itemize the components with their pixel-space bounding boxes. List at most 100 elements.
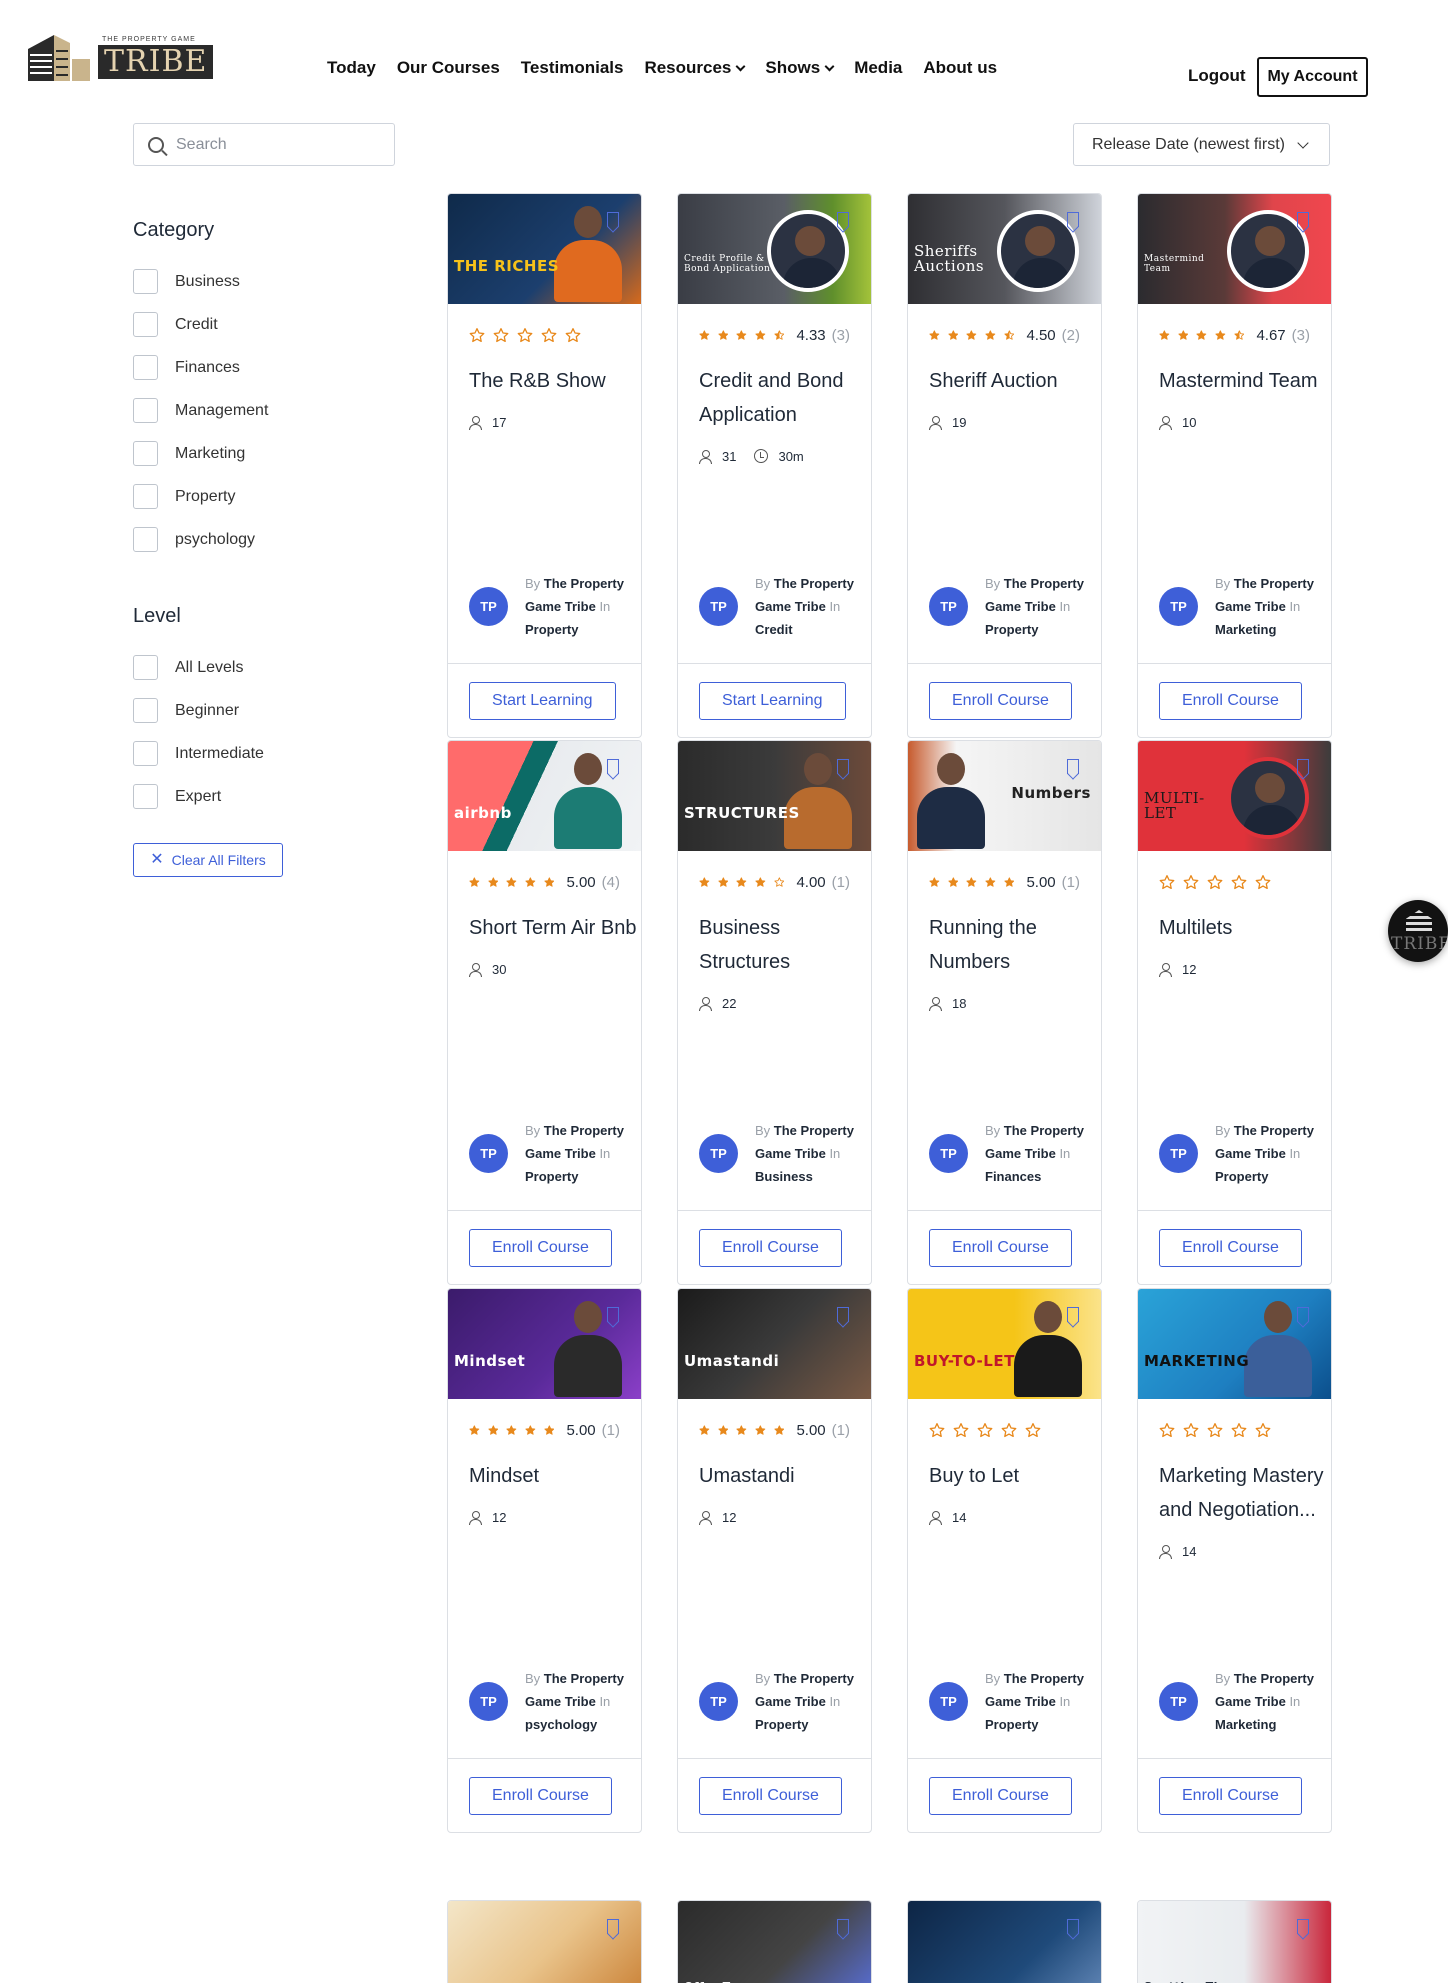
bookmark-icon[interactable] [837, 1919, 849, 1934]
enroll-course-button[interactable]: Enroll Course [469, 1776, 612, 1815]
course-category[interactable]: Property [525, 1169, 578, 1184]
course-thumbnail[interactable]: MARKETING [1138, 1289, 1331, 1399]
course-category[interactable]: Marketing [1215, 622, 1276, 637]
site-logo[interactable]: THE PROPERTY GAME TRIBE [24, 28, 214, 88]
course-thumbnail[interactable]: THE RICHES [448, 194, 641, 304]
course-title[interactable]: Mastermind Team [1159, 364, 1331, 398]
bookmark-icon[interactable] [1067, 1919, 1079, 1934]
course-thumbnail[interactable]: FINDING DEALS [908, 1901, 1101, 1983]
bookmark-icon[interactable] [1297, 212, 1309, 227]
filter-option-beginner[interactable]: Beginner [133, 689, 264, 732]
search-box[interactable] [133, 123, 395, 166]
course-category[interactable]: Marketing [1215, 1717, 1276, 1732]
avatar[interactable]: TP [929, 1134, 968, 1173]
course-title[interactable]: The R&B Show [469, 364, 641, 398]
course-category[interactable]: Property [525, 622, 578, 637]
filter-option-finances[interactable]: Finances [133, 346, 268, 389]
filter-option-credit[interactable]: Credit [133, 303, 268, 346]
course-category[interactable]: Property [985, 1717, 1038, 1732]
avatar[interactable]: TP [1159, 1134, 1198, 1173]
course-thumbnail[interactable]: Sheriffs Auctions [908, 194, 1101, 304]
course-thumbnail[interactable]: MULTI-LET [1138, 741, 1331, 851]
checkbox[interactable] [133, 398, 158, 423]
course-category[interactable]: Property [755, 1717, 808, 1732]
nav-item-shows[interactable]: Shows [765, 58, 835, 78]
course-thumbnail[interactable]: Mastermind Team [1138, 194, 1331, 304]
enroll-course-button[interactable]: Enroll Course [929, 681, 1072, 720]
bookmark-icon[interactable] [1297, 1307, 1309, 1322]
bookmark-icon[interactable] [1067, 759, 1079, 774]
checkbox[interactable] [133, 741, 158, 766]
filter-option-management[interactable]: Management [133, 389, 268, 432]
filter-option-expert[interactable]: Expert [133, 775, 264, 818]
nav-item-media[interactable]: Media [854, 58, 902, 78]
avatar[interactable]: TP [699, 1134, 738, 1173]
start-learning-button[interactable]: Start Learning [469, 681, 616, 720]
checkbox[interactable] [133, 312, 158, 337]
floating-tribe-logo-button[interactable]: TRIBE [1388, 900, 1448, 962]
avatar[interactable]: TP [469, 587, 508, 626]
enroll-course-button[interactable]: Enroll Course [929, 1228, 1072, 1267]
checkbox[interactable] [133, 484, 158, 509]
avatar[interactable]: TP [699, 587, 738, 626]
enroll-course-button[interactable]: Enroll Course [699, 1776, 842, 1815]
nav-item-about-us[interactable]: About us [923, 58, 997, 78]
bookmark-icon[interactable] [837, 212, 849, 227]
course-title[interactable]: Business Structures [699, 911, 871, 979]
course-category[interactable]: Business [755, 1169, 813, 1184]
filter-option-all-levels[interactable]: All Levels [133, 646, 264, 689]
avatar[interactable]: TP [929, 587, 968, 626]
filter-option-business[interactable]: Business [133, 260, 268, 303]
course-title[interactable]: Buy to Let [929, 1459, 1101, 1493]
bookmark-icon[interactable] [607, 1307, 619, 1322]
avatar[interactable]: TP [1159, 1682, 1198, 1721]
checkbox[interactable] [133, 269, 158, 294]
course-category[interactable]: psychology [525, 1717, 597, 1732]
enroll-course-button[interactable]: Enroll Course [1159, 681, 1302, 720]
course-title[interactable]: Credit and Bond Application [699, 364, 871, 432]
bookmark-icon[interactable] [607, 1919, 619, 1934]
search-input[interactable] [176, 135, 376, 154]
course-title[interactable]: Mindset [469, 1459, 641, 1493]
enroll-course-button[interactable]: Enroll Course [1159, 1776, 1302, 1815]
enroll-course-button[interactable]: Enroll Course [929, 1776, 1072, 1815]
filter-option-intermediate[interactable]: Intermediate [133, 732, 264, 775]
bookmark-icon[interactable] [837, 1307, 849, 1322]
course-thumbnail[interactable]: INFLATION [448, 1901, 641, 1983]
course-title[interactable]: Short Term Air Bnb [469, 911, 641, 945]
course-title[interactable]: Marketing Mastery and Negotiation... [1159, 1459, 1331, 1527]
course-category[interactable]: Credit [755, 622, 793, 637]
sort-select[interactable]: Release Date (newest first) [1073, 123, 1330, 166]
nav-item-our-courses[interactable]: Our Courses [397, 58, 500, 78]
checkbox[interactable] [133, 527, 158, 552]
course-title[interactable]: Umastandi [699, 1459, 871, 1493]
checkbox[interactable] [133, 355, 158, 380]
course-thumbnail[interactable]: Umastandi [678, 1289, 871, 1399]
nav-item-today[interactable]: Today [327, 58, 376, 78]
bookmark-icon[interactable] [607, 212, 619, 227]
bookmark-icon[interactable] [837, 759, 849, 774]
course-category[interactable]: Property [985, 622, 1038, 637]
start-learning-button[interactable]: Start Learning [699, 681, 846, 720]
nav-item-resources[interactable]: Resources [644, 58, 746, 78]
filter-option-property[interactable]: Property [133, 475, 268, 518]
course-thumbnail[interactable]: Spotting The Opportunities [1138, 1901, 1331, 1983]
avatar[interactable]: TP [929, 1682, 968, 1721]
clear-all-filters-button[interactable]: ✕ Clear All Filters [133, 843, 283, 877]
bookmark-icon[interactable] [1297, 1919, 1309, 1934]
my-account-button[interactable]: My Account [1257, 57, 1368, 97]
avatar[interactable]: TP [469, 1134, 508, 1173]
bookmark-icon[interactable] [1067, 212, 1079, 227]
enroll-course-button[interactable]: Enroll Course [469, 1228, 612, 1267]
bookmark-icon[interactable] [607, 759, 619, 774]
avatar[interactable]: TP [699, 1682, 738, 1721]
checkbox[interactable] [133, 441, 158, 466]
course-title[interactable]: Multilets [1159, 911, 1331, 945]
course-category[interactable]: Finances [985, 1169, 1041, 1184]
course-thumbnail[interactable]: BUY-TO-LET [908, 1289, 1101, 1399]
bookmark-icon[interactable] [1297, 759, 1309, 774]
logout-link[interactable]: Logout [1188, 66, 1246, 86]
checkbox[interactable] [133, 655, 158, 680]
filter-option-psychology[interactable]: psychology [133, 518, 268, 561]
checkbox[interactable] [133, 784, 158, 809]
